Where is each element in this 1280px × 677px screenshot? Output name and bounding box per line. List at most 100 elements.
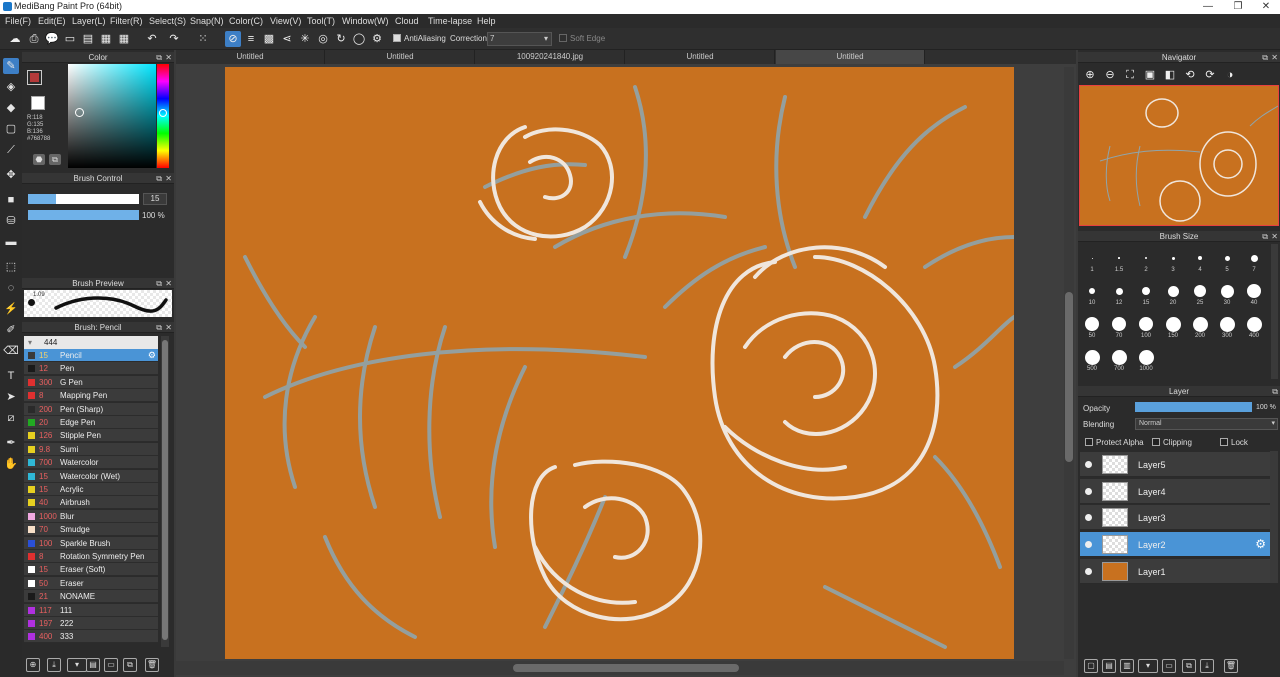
layer-row[interactable]: Layer4: [1080, 478, 1270, 504]
brush-size-dot[interactable]: [1165, 316, 1181, 332]
merge-down-icon[interactable]: ⤓: [1200, 659, 1214, 673]
redo-icon[interactable]: ↷: [166, 31, 182, 47]
brush-size-dot[interactable]: [1224, 255, 1230, 261]
close-button[interactable]: ✕: [1254, 0, 1278, 14]
close-panel-icon[interactable]: ✕: [165, 278, 172, 289]
blending-select[interactable]: Normal ▾: [1135, 418, 1278, 430]
hue-cursor[interactable]: [159, 109, 167, 117]
hand-tool-icon[interactable]: ✋: [3, 456, 19, 472]
brush-file-icon[interactable]: ▤: [86, 658, 100, 672]
rotate-left-icon[interactable]: ⟲: [1182, 67, 1198, 83]
brush-size-dot[interactable]: [1192, 316, 1208, 332]
tab-untitled-2[interactable]: Untitled: [326, 50, 475, 64]
selection-icon[interactable]: ⁙: [195, 31, 211, 47]
move-tool-icon[interactable]: ✥: [3, 167, 19, 183]
snap-circle-icon[interactable]: ◎: [315, 31, 331, 47]
blend-tool-icon[interactable]: ⟋: [3, 142, 19, 158]
brush-item-row[interactable]: 15 Watercolor (Wet): [24, 469, 158, 483]
brush-item-row[interactable]: 1000 Blur: [24, 509, 158, 523]
duplicate-icon[interactable]: ⧉: [123, 658, 137, 672]
brush-item-row[interactable]: 15 Pencil ⚙: [24, 349, 158, 362]
brush-size-value[interactable]: 15: [143, 193, 167, 205]
visibility-icon[interactable]: [1085, 567, 1092, 575]
close-panel-icon[interactable]: ✕: [165, 173, 172, 184]
picker-cursor[interactable]: [75, 108, 84, 117]
grid-icon[interactable]: ▦: [98, 31, 114, 47]
snap-cross-icon[interactable]: ▩: [261, 31, 277, 47]
brush-item-row[interactable]: 20 Edge Pen: [24, 416, 158, 429]
zoom-out-icon[interactable]: ⊖: [1102, 67, 1118, 83]
brush-size-dot[interactable]: [1139, 317, 1153, 331]
cloud-icon[interactable]: ☁: [7, 31, 23, 47]
brush-size-dot[interactable]: [1089, 288, 1095, 294]
text-tool-icon[interactable]: T: [3, 368, 19, 384]
clipping-checkbox[interactable]: [1152, 438, 1160, 446]
secondary-color-swatch[interactable]: [31, 96, 45, 110]
bucket-tool-icon[interactable]: ⛁: [3, 213, 19, 229]
brush-opacity-slider[interactable]: [28, 210, 139, 220]
visibility-icon[interactable]: [1085, 514, 1092, 522]
undock-icon[interactable]: ⧉: [1262, 231, 1268, 242]
brush-size-scrollbar[interactable]: [1271, 244, 1278, 379]
menu-window[interactable]: Window(W): [342, 16, 389, 26]
undock-icon[interactable]: ⧉: [156, 173, 162, 184]
page-icon[interactable]: ▤: [80, 31, 96, 47]
select-pen-icon[interactable]: ✐: [3, 322, 19, 338]
zoom-in-icon[interactable]: ⊕: [1082, 67, 1098, 83]
add-halftone-layer-icon[interactable]: ▤: [1102, 659, 1116, 673]
brush-item-row[interactable]: 8 Mapping Pen: [24, 389, 158, 403]
brush-size-dot[interactable]: [1142, 287, 1150, 295]
undock-icon[interactable]: ⧉: [156, 52, 162, 63]
menu-filter[interactable]: Filter(R): [110, 16, 143, 26]
brush-size-dot[interactable]: [1167, 285, 1179, 297]
horizontal-scrollbar[interactable]: [176, 661, 1064, 675]
menu-help[interactable]: Help: [477, 16, 496, 26]
brush-item-row[interactable]: 400 333: [24, 630, 158, 644]
brush-size-dot[interactable]: [1091, 257, 1093, 259]
brush-item-row[interactable]: 300 G Pen: [24, 375, 158, 389]
brush-size-dot[interactable]: [1219, 316, 1235, 332]
lasso-icon[interactable]: ◌: [3, 280, 19, 296]
lock-checkbox[interactable]: [1220, 438, 1228, 446]
layer-row[interactable]: Layer3: [1080, 505, 1270, 531]
layer-add-menu-icon[interactable]: ▾: [1138, 659, 1158, 673]
snap-parallel-icon[interactable]: ≡: [243, 31, 259, 47]
antialiasing-checkbox[interactable]: [393, 34, 401, 42]
layer-list-scrollbar[interactable]: [1270, 451, 1278, 583]
menu-cloud[interactable]: Cloud: [395, 16, 419, 26]
brush-item-row[interactable]: 15 Eraser (Soft): [24, 563, 158, 577]
brush-item-row[interactable]: 15 Acrylic: [24, 483, 158, 496]
brush-size-dot[interactable]: [1171, 256, 1175, 260]
brush-size-dot[interactable]: [1118, 257, 1120, 259]
tab-untitled-3[interactable]: Untitled: [626, 50, 775, 64]
brush-item-row[interactable]: 700 Watercolor: [24, 456, 158, 470]
fit-window-icon[interactable]: ⛶: [1122, 67, 1138, 83]
undock-icon[interactable]: ⧉: [156, 278, 162, 289]
shape-tool-icon[interactable]: ▢: [3, 121, 19, 137]
snap-vanishing-icon[interactable]: ⋖: [279, 31, 295, 47]
horizontal-scroll-thumb[interactable]: [513, 664, 739, 672]
fill-rect-icon[interactable]: ■: [3, 192, 19, 208]
tile-icon[interactable]: ▦: [116, 31, 132, 47]
gradient-tool-icon[interactable]: ▬: [3, 234, 19, 250]
layer-row[interactable]: Layer1: [1080, 558, 1270, 584]
brush-item-row[interactable]: 12 Pen: [24, 362, 158, 376]
maximize-button[interactable]: ❐: [1226, 0, 1250, 14]
brush-item-row[interactable]: 200 Pen (Sharp): [24, 402, 158, 416]
close-panel-icon[interactable]: ✕: [165, 52, 172, 63]
operation-tool-icon[interactable]: ➤: [3, 389, 19, 405]
speech-bubble-icon[interactable]: 💬: [44, 31, 60, 47]
menu-select[interactable]: Select(S): [149, 16, 186, 26]
add-menu-icon[interactable]: ▾: [67, 658, 87, 672]
undo-icon[interactable]: ↶: [144, 31, 160, 47]
color-sync-icon[interactable]: ⧉: [49, 154, 61, 165]
brush-size-dot[interactable]: [1085, 317, 1099, 331]
select-rect-icon[interactable]: ⬚: [3, 259, 19, 275]
select-eraser-icon[interactable]: ⌫: [3, 343, 19, 359]
brush-tool-icon[interactable]: ✎: [3, 58, 19, 74]
brush-size-dot[interactable]: [1115, 287, 1123, 295]
undock-icon[interactable]: ⧉: [156, 322, 162, 333]
brush-item-row[interactable]: 8 Rotation Symmetry Pen: [24, 550, 158, 563]
menu-snap[interactable]: Snap(N): [190, 16, 224, 26]
gear-icon[interactable]: ⚙: [148, 349, 156, 362]
